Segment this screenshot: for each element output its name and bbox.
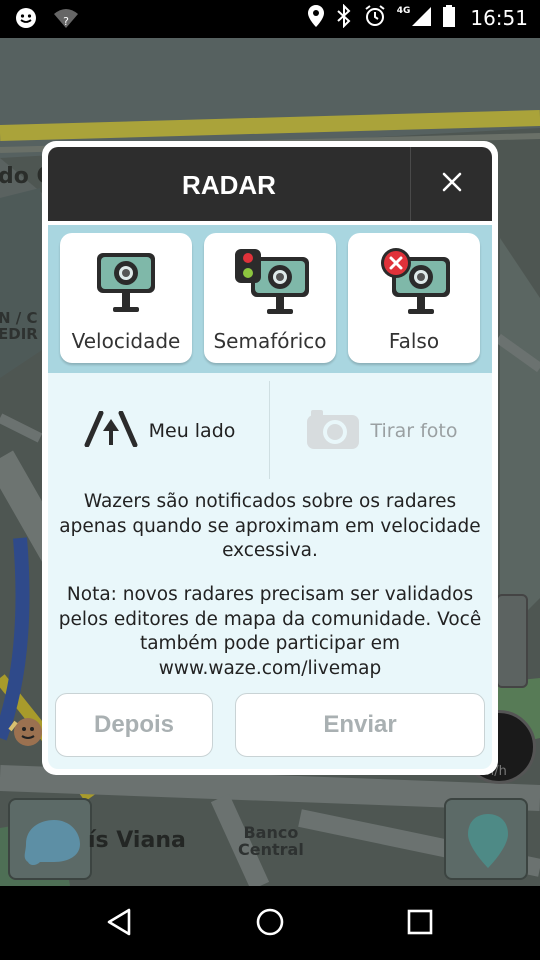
clock: 16:51 xyxy=(470,6,528,30)
recents-button[interactable] xyxy=(400,904,440,944)
system-nav-bar xyxy=(0,886,540,960)
send-button[interactable]: Enviar xyxy=(235,693,485,757)
dialog-header: RADAR xyxy=(48,147,492,221)
recents-icon xyxy=(406,908,434,940)
type-label-semaforico: Semafórico xyxy=(213,329,327,353)
type-card-falso[interactable]: Falso xyxy=(348,233,480,363)
map-side-tab[interactable] xyxy=(496,594,528,688)
alarm-icon xyxy=(363,4,387,32)
map-label-mid-left: N / C EDIR xyxy=(0,310,38,342)
radar-type-selector: Velocidade Semafórico Falso xyxy=(48,225,492,373)
side-option-label: Meu lado xyxy=(148,420,236,442)
info-paragraph: Wazers são notificados sobre os radares … xyxy=(59,491,481,561)
take-photo-label: Tirar foto xyxy=(370,420,458,442)
type-label-velocidade: Velocidade xyxy=(71,329,181,353)
status-bar: ? 4G 16:51 xyxy=(0,0,540,38)
map-label-poi-1: Banco xyxy=(243,823,299,842)
home-icon xyxy=(255,907,285,941)
note-paragraph: Nota: novos radares precisam ser validad… xyxy=(58,584,482,679)
back-button[interactable] xyxy=(100,904,140,944)
camera-icon xyxy=(305,407,361,456)
map-label-poi-2: Central xyxy=(238,840,304,859)
close-icon xyxy=(441,171,463,197)
road-side-icon xyxy=(83,410,139,452)
map-label-mid-left-1: N / C xyxy=(0,309,38,327)
fake-camera-icon xyxy=(348,247,480,317)
speed-camera-icon xyxy=(60,247,192,317)
dialog-body: Meu lado Tirar foto Wazers são notificad… xyxy=(48,373,492,769)
radar-dialog: RADAR Velocidade Semafórico Falso Meu la… xyxy=(42,141,498,775)
type-card-velocidade[interactable]: Velocidade xyxy=(60,233,192,363)
location-icon xyxy=(307,4,325,32)
report-button[interactable] xyxy=(444,798,528,880)
type-card-semaforico[interactable]: Semafórico xyxy=(204,233,336,363)
type-label-falso: Falso xyxy=(388,329,440,353)
later-button[interactable]: Depois xyxy=(55,693,213,757)
bluetooth-icon xyxy=(335,3,353,32)
waze-menu-button[interactable] xyxy=(8,798,92,880)
map-label-mid-left-2: EDIR xyxy=(0,325,38,343)
network-type: 4G xyxy=(396,6,411,16)
take-photo-button[interactable]: Tirar foto xyxy=(270,383,492,479)
waze-notification-icon xyxy=(14,6,38,34)
wifi-question-icon: ? xyxy=(52,6,80,34)
traffic-light-camera-icon xyxy=(204,247,336,317)
side-option-button[interactable]: Meu lado xyxy=(48,383,270,479)
wazer-icon[interactable] xyxy=(6,712,46,752)
dialog-title: RADAR xyxy=(182,170,276,200)
cellular-signal-icon xyxy=(410,5,432,31)
back-icon xyxy=(105,907,135,941)
close-button[interactable] xyxy=(411,147,492,221)
map-label-poi: Banco Central xyxy=(238,824,304,858)
home-button[interactable] xyxy=(250,904,290,944)
map-label-street: ís Viana xyxy=(88,828,186,853)
battery-icon xyxy=(442,4,456,32)
svg-text:?: ? xyxy=(63,15,69,28)
